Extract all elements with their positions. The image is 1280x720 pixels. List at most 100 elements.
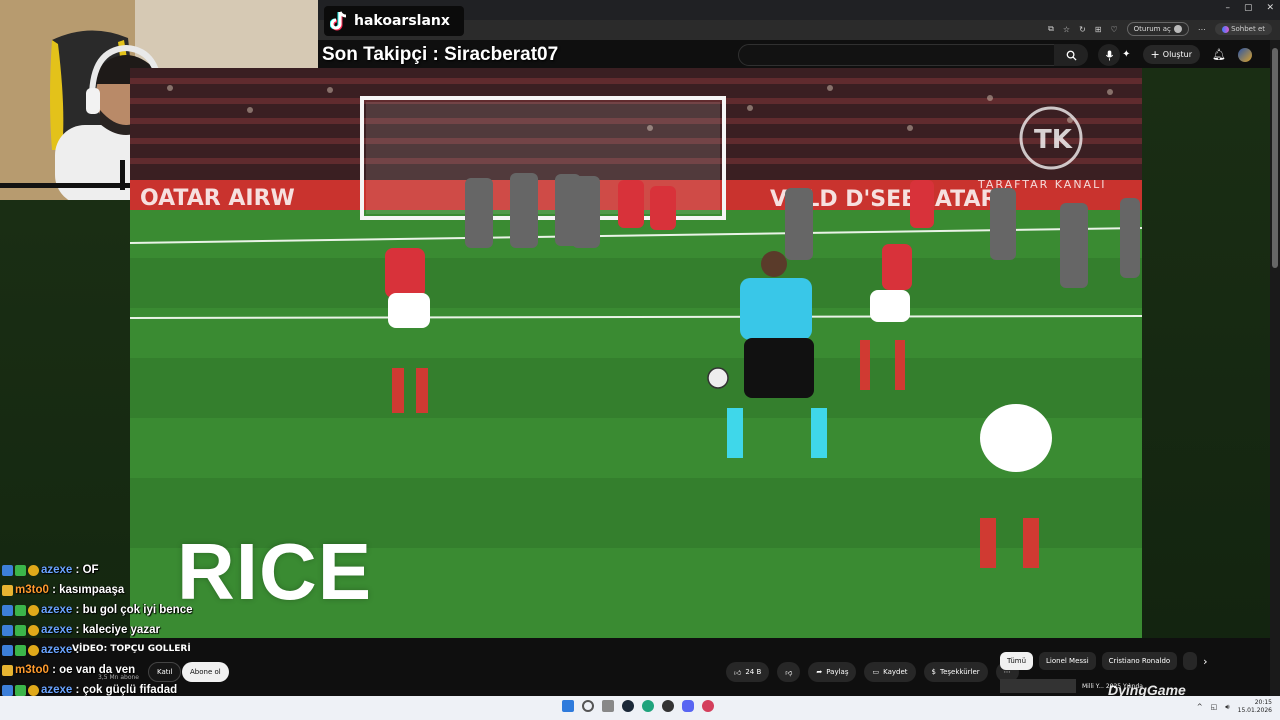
clock[interactable]: 20:15 15.01.2026 xyxy=(1238,699,1272,715)
puzzle-icon[interactable]: ⊞ xyxy=(1095,25,1102,34)
profile-avatar-icon xyxy=(1173,25,1182,33)
chat-separator: : xyxy=(72,684,83,696)
windows-taskbar: ^ ◱ 🔊︎ 20:15 15.01.2026 xyxy=(0,696,1280,720)
bits-badge-icon xyxy=(28,644,39,656)
search-taskbar-icon[interactable] xyxy=(582,700,594,712)
start-icon[interactable] xyxy=(562,700,574,712)
obs-icon[interactable] xyxy=(662,700,674,712)
related-video-thumbnail[interactable] xyxy=(1000,679,1076,693)
chat-text: oe van da ven xyxy=(59,664,136,676)
vip-badge-icon xyxy=(2,584,13,596)
share-icon: ➦ xyxy=(816,668,823,676)
sub-badge-icon xyxy=(15,604,26,616)
app-icon[interactable] xyxy=(702,700,714,712)
right-ambient-panel xyxy=(1142,68,1270,638)
chat-username[interactable]: azexe xyxy=(41,684,72,696)
extensions-icon[interactable]: ⧉ xyxy=(1048,24,1054,34)
network-icon[interactable]: ◱ xyxy=(1211,703,1218,711)
scrollbar-thumb[interactable] xyxy=(1272,48,1278,268)
tiktok-handle: hakoarslanx xyxy=(354,13,450,29)
edge-icon[interactable] xyxy=(642,700,654,712)
chat-message: m3to0 : kasımpaaşa xyxy=(2,580,242,600)
refresh-icon[interactable]: ↻ xyxy=(1079,25,1086,34)
bits-badge-icon xyxy=(28,624,39,636)
tiktok-badge: hakoarslanx xyxy=(324,6,464,36)
create-button[interactable]: + Oluştur xyxy=(1142,45,1201,64)
chat-username[interactable]: azexe xyxy=(41,604,72,616)
chat-text: OF xyxy=(82,564,99,576)
chat-username[interactable]: azexe xyxy=(41,624,72,636)
discord-icon[interactable] xyxy=(682,700,694,712)
chip-cristiano-ronaldo[interactable]: Cristiano Ronaldo xyxy=(1101,652,1178,670)
steam-icon[interactable] xyxy=(622,700,634,712)
bookmark-save-icon: ▭ xyxy=(872,668,880,676)
tiktok-logo-icon xyxy=(330,11,347,31)
sub-badge-icon xyxy=(15,624,26,636)
chat-separator: : xyxy=(48,584,60,596)
minimize-icon[interactable]: – xyxy=(1225,3,1230,13)
thumbs-down-icon: 👎︎ xyxy=(785,668,793,677)
prime-badge-icon xyxy=(2,564,13,576)
bookmark-icon[interactable]: ☆ xyxy=(1063,25,1070,34)
bits-badge-icon xyxy=(28,604,39,616)
save-button[interactable]: ▭ Kaydet xyxy=(864,662,916,682)
account-avatar[interactable] xyxy=(1238,47,1252,62)
chat-button[interactable]: Sohbet et xyxy=(1214,23,1272,35)
chat-username[interactable]: m3to0 xyxy=(15,664,49,676)
youtube-header-right: ✦ + Oluştur 🔔︎ xyxy=(1122,45,1252,64)
system-tray: ^ ◱ 🔊︎ 20:15 15.01.2026 xyxy=(1197,699,1272,715)
prime-badge-icon xyxy=(2,684,13,696)
volume-icon[interactable]: 🔊︎ xyxy=(1225,703,1229,712)
prime-badge-icon xyxy=(2,604,13,616)
chat-separator: : xyxy=(72,604,83,616)
last-follower-text: Son Takipçi : Siracberat07 xyxy=(322,44,559,65)
chat-text: kaleciye yazar xyxy=(82,624,160,636)
search-button[interactable] xyxy=(1054,44,1088,66)
chevron-right-icon[interactable]: › xyxy=(1203,655,1207,668)
favorites-icon[interactable]: ♡ xyxy=(1110,25,1117,34)
chat-message: azexe : kaleciye yazar xyxy=(2,620,242,640)
maximize-icon[interactable]: ▢ xyxy=(1244,3,1253,13)
prime-badge-icon xyxy=(2,624,13,636)
chip-more[interactable] xyxy=(1183,652,1198,670)
sub-badge-icon xyxy=(15,564,26,576)
more-icon[interactable]: ⋯ xyxy=(1198,25,1206,34)
copilot-icon xyxy=(1221,25,1229,33)
chat-separator: : xyxy=(72,644,83,656)
chat-username[interactable]: azexe xyxy=(41,644,72,656)
browser-toolbar-right: ⧉ ☆ ↻ ⊞ ♡ Oturum aç ⋯ Sohbet et xyxy=(1048,22,1272,36)
thanks-button[interactable]: $ Teşekkürler xyxy=(923,662,988,682)
dislike-button[interactable]: 👎︎ xyxy=(777,662,801,682)
sign-in-button[interactable]: Oturum aç xyxy=(1126,22,1189,36)
bits-badge-icon xyxy=(28,564,39,576)
chat-text: bu gol çok iyi bence xyxy=(82,604,193,616)
page-scrollbar[interactable] xyxy=(1270,40,1280,696)
screen: – ▢ ✕ ⧉ ☆ ↻ ⊞ ♡ Oturum aç ⋯ Sohbet et ✦ … xyxy=(0,0,1280,720)
search-input[interactable] xyxy=(738,44,1086,66)
sub-badge-icon xyxy=(15,644,26,656)
chip-lionel-messi[interactable]: Lionel Messi xyxy=(1039,652,1096,670)
microphone-icon xyxy=(1105,50,1113,60)
bits-badge-icon xyxy=(28,684,39,696)
search-icon xyxy=(1066,50,1077,61)
thanks-icon: $ xyxy=(931,668,936,676)
close-icon[interactable]: ✕ xyxy=(1266,3,1274,13)
chat-username[interactable]: azexe xyxy=(41,564,72,576)
recommendation-chips: Tümü Lionel Messi Cristiano Ronaldo › xyxy=(1000,652,1208,670)
chevron-up-icon[interactable]: ^ xyxy=(1197,703,1203,711)
like-button[interactable]: 👍︎ 24 B xyxy=(726,662,770,682)
chat-message: m3to0 : oe van da ven xyxy=(2,660,242,680)
chat-text: kasımpaaşa xyxy=(59,584,125,596)
chat-message: azexe : xyxy=(2,640,242,660)
chat-separator: : xyxy=(72,564,83,576)
voice-search-button[interactable] xyxy=(1098,44,1120,66)
task-view-icon[interactable] xyxy=(602,700,614,712)
notifications-bell-icon[interactable]: 🔔︎ xyxy=(1212,48,1226,61)
prime-badge-icon xyxy=(2,644,13,656)
chat-username[interactable]: m3to0 xyxy=(15,584,49,596)
video-actions: 👍︎ 24 B 👎︎ ➦ Paylaş ▭ Kaydet $ Teşekkürl… xyxy=(726,662,1019,682)
share-button[interactable]: ➦ Paylaş xyxy=(808,662,857,682)
apps-icon[interactable]: ✦ xyxy=(1122,49,1130,60)
chip-all[interactable]: Tümü xyxy=(1000,652,1034,670)
thumbs-up-icon: 👍︎ xyxy=(734,668,742,677)
